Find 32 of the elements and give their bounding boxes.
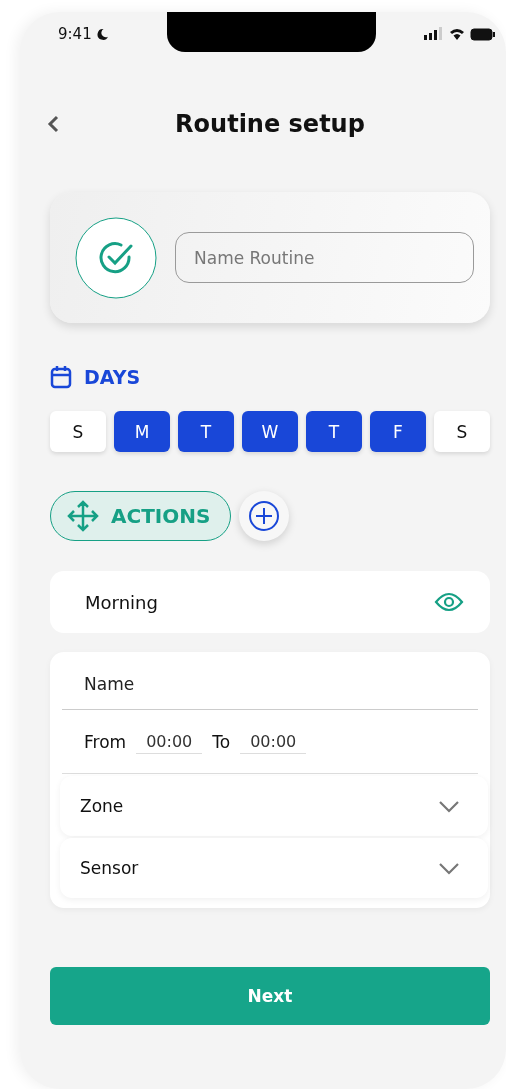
from-time-field[interactable]: 00:00 bbox=[136, 729, 203, 754]
eye-icon[interactable] bbox=[434, 592, 464, 612]
moon-icon bbox=[95, 27, 109, 41]
day-toggle[interactable]: T bbox=[178, 411, 234, 452]
wifi-icon bbox=[449, 27, 465, 41]
status-time: 9:41 bbox=[58, 25, 109, 43]
signal-icon bbox=[424, 27, 444, 41]
calendar-icon bbox=[50, 365, 72, 389]
move-arrows-icon bbox=[67, 500, 99, 532]
day-toggle[interactable]: F bbox=[370, 411, 426, 452]
chevron-icon bbox=[438, 799, 460, 813]
dropdown[interactable]: Zone bbox=[60, 776, 488, 836]
day-toggle[interactable]: T bbox=[306, 411, 362, 452]
day-toggle[interactable]: S bbox=[434, 411, 490, 452]
day-toggle[interactable]: M bbox=[114, 411, 170, 452]
day-toggle[interactable]: S bbox=[50, 411, 106, 452]
name-input[interactable]: Name bbox=[62, 652, 478, 710]
back-icon bbox=[46, 114, 60, 134]
day-toggle[interactable]: W bbox=[242, 411, 298, 452]
days-label: DAYS bbox=[84, 366, 141, 388]
to-time-field[interactable]: 00:00 bbox=[240, 729, 307, 754]
battery-icon bbox=[470, 27, 496, 41]
check-circle-icon bbox=[75, 216, 157, 299]
plus-icon bbox=[248, 500, 281, 532]
action-title: Morning bbox=[85, 591, 158, 613]
from-label: From bbox=[84, 731, 127, 752]
chevron-icon bbox=[438, 861, 460, 875]
routine-name-input[interactable]: Name Routine bbox=[175, 232, 474, 283]
dropdown[interactable]: Sensor bbox=[60, 838, 488, 898]
to-label: To bbox=[212, 731, 231, 752]
add-button[interactable] bbox=[239, 491, 290, 541]
screen-title: Routine setup bbox=[175, 110, 365, 138]
